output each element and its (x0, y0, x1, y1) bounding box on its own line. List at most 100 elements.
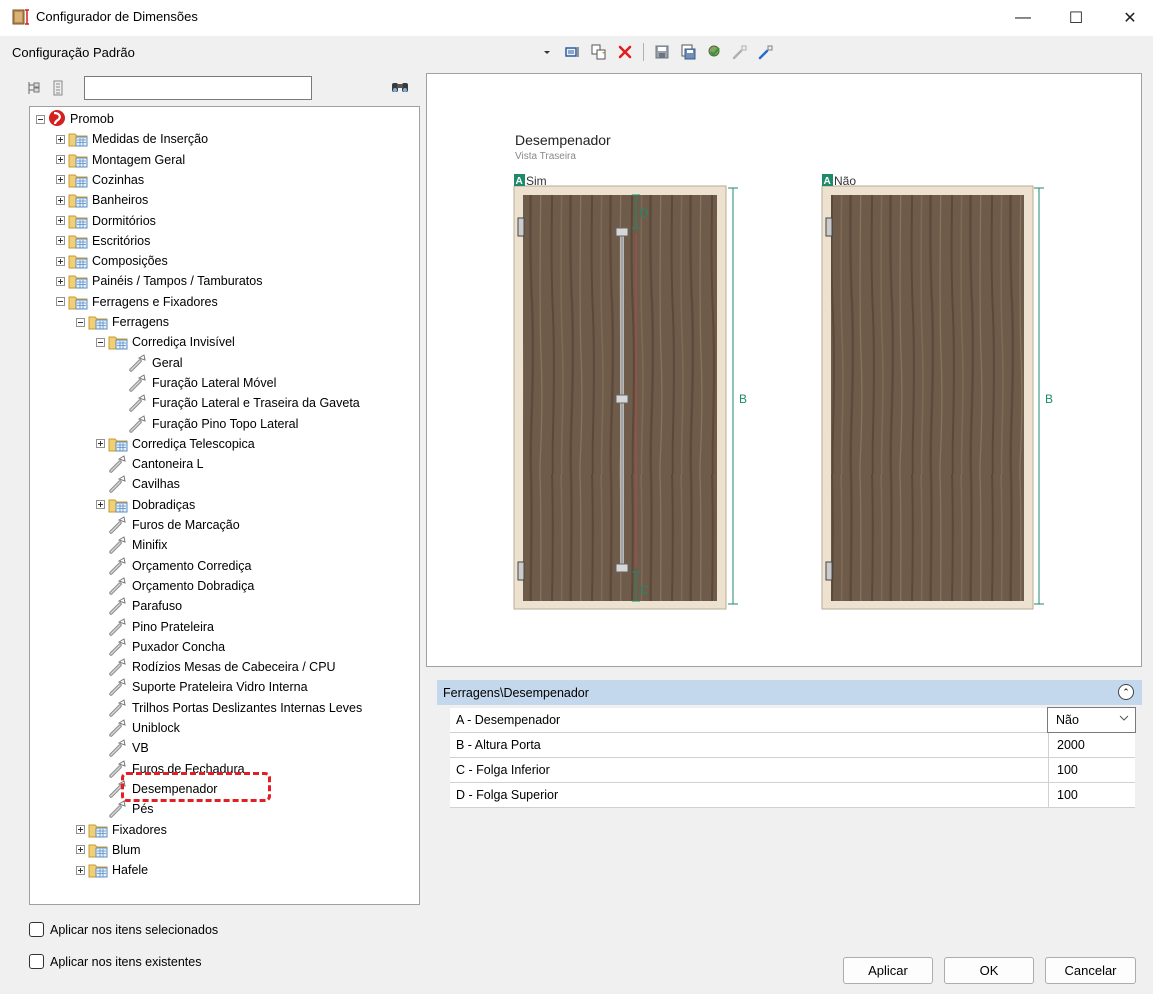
tree-folder-item[interactable]: Banheiros (56, 190, 148, 210)
delete-icon[interactable] (614, 41, 636, 63)
properties-header[interactable]: Ferragens\Desempenador ⌃ (437, 680, 1142, 705)
tree-param-item[interactable]: Geral (116, 353, 183, 373)
collapse-node-icon[interactable] (36, 114, 45, 124)
copy-icon[interactable] (588, 41, 610, 63)
binoculars-search-icon[interactable] (390, 79, 410, 98)
tree-param-item[interactable]: VB (96, 738, 149, 758)
title-bar: Configurador de Dimensões — ☐ ✕ (0, 0, 1153, 36)
dimension-param-icon (108, 475, 128, 494)
minimize-button[interactable]: — (1000, 0, 1046, 36)
tree-folder-item[interactable]: Ferragens e Fixadores (56, 292, 218, 312)
tree-param-item[interactable]: Rodízios Mesas de Cabeceira / CPU (96, 657, 336, 677)
property-value-field[interactable]: 100 (1048, 758, 1135, 782)
tree-param-item[interactable]: Orçamento Dobradiça (96, 576, 254, 596)
tree-folder-item[interactable]: Hafele (76, 860, 148, 880)
collapse-node-icon[interactable] (96, 337, 105, 347)
apply-button[interactable]: Aplicar (843, 957, 933, 984)
chevron-down-icon[interactable] (1119, 712, 1129, 726)
expand-icon[interactable] (76, 845, 85, 855)
collapse-icon[interactable]: ⌃ (1118, 684, 1134, 700)
tree-param-item[interactable]: Furação Lateral e Traseira da Gaveta (116, 393, 360, 413)
apply-existing-checkbox[interactable] (29, 954, 44, 969)
expand-icon[interactable] (56, 195, 65, 205)
door-sim (513, 174, 738, 610)
expand-icon[interactable] (56, 134, 65, 144)
tree-folder-item[interactable]: Medidas de Inserção (56, 129, 208, 149)
tree-folder-item[interactable]: Painéis / Tampos / Tamburatos (56, 271, 262, 291)
maximize-button[interactable]: ☐ (1053, 0, 1099, 36)
collapse-node-icon[interactable] (76, 317, 85, 327)
expand-icon[interactable] (56, 155, 65, 165)
property-value-field[interactable]: 100 (1048, 783, 1135, 807)
tree-param-item[interactable]: Cavilhas (96, 474, 180, 494)
apply-selected-checkbox[interactable] (29, 922, 44, 937)
promob-logo-icon (48, 109, 66, 130)
tree-folder-item[interactable]: Corrediça Invisível (96, 332, 235, 352)
expand-icon[interactable] (96, 500, 105, 510)
apply-selected-label: Aplicar nos itens selecionados (50, 922, 219, 937)
tree-param-item[interactable]: Puxador Concha (96, 637, 225, 657)
tree-param-item[interactable]: Furação Lateral Móvel (116, 373, 276, 393)
save-icon[interactable] (651, 41, 673, 63)
dimension-param-icon (108, 698, 128, 717)
cancel-button[interactable]: Cancelar (1045, 957, 1136, 984)
expand-icon[interactable] (56, 236, 65, 246)
tree-item-label: Medidas de Inserção (92, 132, 209, 147)
collapse-node-icon[interactable] (56, 297, 65, 307)
expand-icon[interactable] (76, 865, 85, 875)
expand-all-icon[interactable] (27, 80, 41, 99)
folder-icon (88, 822, 108, 838)
tree-param-item[interactable]: Furos de Marcação (96, 515, 240, 535)
apply-selected-option[interactable]: Aplicar nos itens selecionados (29, 922, 218, 937)
tree-folder-item[interactable]: Corrediça Telescopica (96, 434, 255, 454)
apply-existing-option[interactable]: Aplicar nos itens existentes (29, 954, 201, 969)
property-value-dropdown[interactable]: Não (1047, 707, 1136, 733)
expand-icon[interactable] (76, 825, 85, 834)
tree-item-label: Cavilhas (132, 477, 180, 492)
show-dimensions-icon[interactable] (562, 41, 584, 63)
property-value-field[interactable]: 2000 (1048, 733, 1135, 757)
tree-item-label: Parafuso (132, 599, 183, 614)
tree-folder-item[interactable]: Dobradiças (96, 495, 195, 515)
expand-icon[interactable] (56, 175, 65, 185)
tree-folder-item[interactable]: Montagem Geral (56, 150, 185, 170)
tree-param-item[interactable]: Cantoneira L (96, 454, 204, 474)
tree-param-item[interactable]: Trilhos Portas Deslizantes Internas Leve… (96, 698, 362, 718)
expand-icon[interactable] (96, 439, 105, 449)
tree-folder-item[interactable]: Cozinhas (56, 170, 144, 190)
search-input[interactable] (84, 76, 312, 100)
tree-param-item[interactable]: Parafuso (96, 596, 182, 616)
tree-param-item[interactable]: Furação Pino Topo Lateral (116, 414, 298, 434)
tree-root-item[interactable]: Promob (36, 109, 114, 129)
tree-folder-item[interactable]: Escritórios (56, 231, 150, 251)
property-name: B - Altura Porta (456, 738, 541, 752)
tree-folder-item[interactable]: Ferragens (76, 312, 169, 332)
tree-folder-item[interactable]: Fixadores (76, 820, 167, 840)
export-icon[interactable] (755, 41, 777, 63)
tree-item-label: Blum (112, 842, 141, 857)
ok-button[interactable]: OK (944, 957, 1034, 984)
tree-folder-item[interactable]: Composições (56, 251, 168, 271)
tree-param-item[interactable]: Pés (96, 799, 154, 819)
expand-icon[interactable] (56, 216, 65, 225)
collapse-all-icon[interactable] (51, 80, 65, 99)
expand-icon[interactable] (56, 256, 65, 266)
highlight-annotation (121, 772, 271, 802)
tree-param-item[interactable]: Pino Prateleira (96, 617, 214, 637)
tree-folder-item[interactable]: Blum (76, 840, 140, 860)
tree-item-label: Orçamento Corrediça (132, 558, 252, 573)
validate-icon[interactable] (703, 41, 725, 63)
dimension-param-icon (108, 516, 128, 534)
folder-icon (88, 842, 108, 858)
import-icon[interactable] (729, 41, 751, 63)
save-as-icon[interactable] (677, 41, 699, 63)
tree-param-item[interactable]: Minifix (96, 535, 167, 555)
tree-param-item[interactable]: Orçamento Corrediça (96, 556, 252, 576)
tree-param-item[interactable]: Uniblock (96, 718, 180, 738)
dropdown-arrow-icon[interactable] (536, 41, 558, 63)
close-button[interactable]: ✕ (1107, 0, 1153, 36)
tree-folder-item[interactable]: Dormitórios (56, 211, 156, 231)
tree-param-item[interactable]: Suporte Prateleira Vidro Interna (96, 677, 308, 697)
folder-icon (68, 152, 88, 168)
expand-icon[interactable] (56, 276, 65, 286)
